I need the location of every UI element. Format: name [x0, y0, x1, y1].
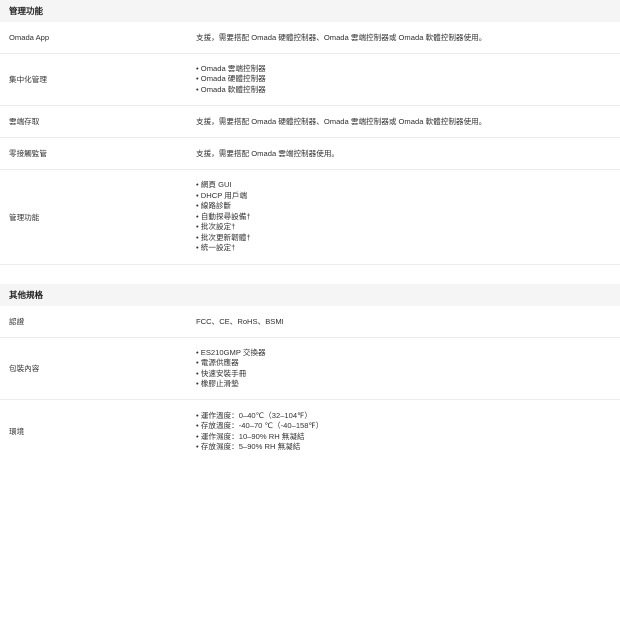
- spec-label: 雲端存取: [9, 117, 40, 126]
- spec-value: Omada 雲端控制器 Omada 硬體控制器 Omada 軟體控制器: [196, 64, 620, 96]
- list-item: 橡膠止滑墊: [196, 379, 612, 390]
- spec-label: 環境: [9, 427, 25, 436]
- spec-label: 包裝內容: [9, 364, 40, 373]
- list-item: 批次設定†: [196, 222, 612, 233]
- list-item: Omada 雲端控制器: [196, 64, 612, 75]
- spec-value: 網頁 GUI DHCP 用戶端 線路診斷 自動探尋設備† 批次設定† 批次更新韌…: [196, 180, 620, 254]
- list-item: 線路診斷: [196, 201, 612, 212]
- spec-label: 管理功能: [9, 212, 40, 222]
- spec-value-list: ES210GMP 交換器 電源供應器 快速安裝手冊 橡膠止滑墊: [196, 348, 612, 390]
- list-item: 網頁 GUI: [196, 180, 612, 191]
- spec-row-package-contents: 包裝內容 ES210GMP 交換器 電源供應器 快速安裝手冊 橡膠止滑墊: [0, 338, 620, 400]
- spec-label: 認證: [9, 317, 25, 326]
- spec-value: 支援，需要搭配 Omada 雲端控制器使用。: [196, 149, 340, 158]
- spec-label: 零接觸監管: [9, 149, 47, 158]
- list-item: 批次更新韌體†: [196, 233, 612, 244]
- spec-label: 集中化管理: [9, 75, 47, 84]
- other-specs-section-header: 其他規格: [0, 284, 620, 306]
- list-item: 快速安裝手冊: [196, 369, 612, 380]
- spec-value: 支援，需要搭配 Omada 硬體控制器、Omada 雲端控制器或 Omada 軟…: [196, 33, 487, 42]
- spec-row-certification: 認證 FCC、CE、RoHS、BSMI: [0, 306, 620, 338]
- management-section: 管理功能 Omada App 支援，需要搭配 Omada 硬體控制器、Omada…: [0, 0, 620, 265]
- spec-value-list: Omada 雲端控制器 Omada 硬體控制器 Omada 軟體控制器: [196, 64, 612, 96]
- spec-value: 支援，需要搭配 Omada 硬體控制器、Omada 雲端控制器或 Omada 軟…: [196, 117, 487, 126]
- other-specs-section: 其他規格 認證 FCC、CE、RoHS、BSMI 包裝內容 ES210GMP 交…: [0, 284, 620, 463]
- spec-label: Omada App: [9, 33, 50, 42]
- list-item: 存放濕度：5–90% RH 無凝結: [196, 442, 612, 453]
- spec-value-list: 運作溫度：0–40℃（32–104℉） 存放溫度：-40–70 ℃（-40–15…: [196, 411, 612, 453]
- list-item: 電源供應器: [196, 358, 612, 369]
- spec-row-cloud-access: 雲端存取 支援，需要搭配 Omada 硬體控制器、Omada 雲端控制器或 Om…: [0, 106, 620, 138]
- list-item: 統一設定†: [196, 243, 612, 254]
- list-item: 存放溫度：-40–70 ℃（-40–158℉）: [196, 421, 612, 432]
- spec-row-omada-app: Omada App 支援，需要搭配 Omada 硬體控制器、Omada 雲端控制…: [0, 22, 620, 54]
- management-section-header: 管理功能: [0, 0, 620, 22]
- list-item: ES210GMP 交換器: [196, 348, 612, 359]
- spec-row-centralized-management: 集中化管理 Omada 雲端控制器 Omada 硬體控制器 Omada 軟體控制…: [0, 54, 620, 106]
- list-item: 運作溫度：0–40℃（32–104℉）: [196, 411, 612, 422]
- spec-row-environment: 環境 運作溫度：0–40℃（32–104℉） 存放溫度：-40–70 ℃（-40…: [0, 400, 620, 463]
- spec-row-zero-touch: 零接觸監管 支援，需要搭配 Omada 雲端控制器使用。: [0, 138, 620, 170]
- spec-value: 運作溫度：0–40℃（32–104℉） 存放溫度：-40–70 ℃（-40–15…: [196, 411, 620, 453]
- list-item: 自動探尋設備†: [196, 212, 612, 223]
- list-item: 運作濕度：10–90% RH 無凝結: [196, 432, 612, 443]
- spec-value: ES210GMP 交換器 電源供應器 快速安裝手冊 橡膠止滑墊: [196, 348, 620, 390]
- list-item: Omada 軟體控制器: [196, 85, 612, 96]
- spec-value: FCC、CE、RoHS、BSMI: [196, 317, 284, 326]
- list-item: DHCP 用戶端: [196, 191, 612, 202]
- spec-value-list: 網頁 GUI DHCP 用戶端 線路診斷 自動探尋設備† 批次設定† 批次更新韌…: [196, 180, 612, 254]
- spec-row-management-features: 管理功能 網頁 GUI DHCP 用戶端 線路診斷 自動探尋設備† 批次設定† …: [0, 170, 620, 265]
- list-item: Omada 硬體控制器: [196, 74, 612, 85]
